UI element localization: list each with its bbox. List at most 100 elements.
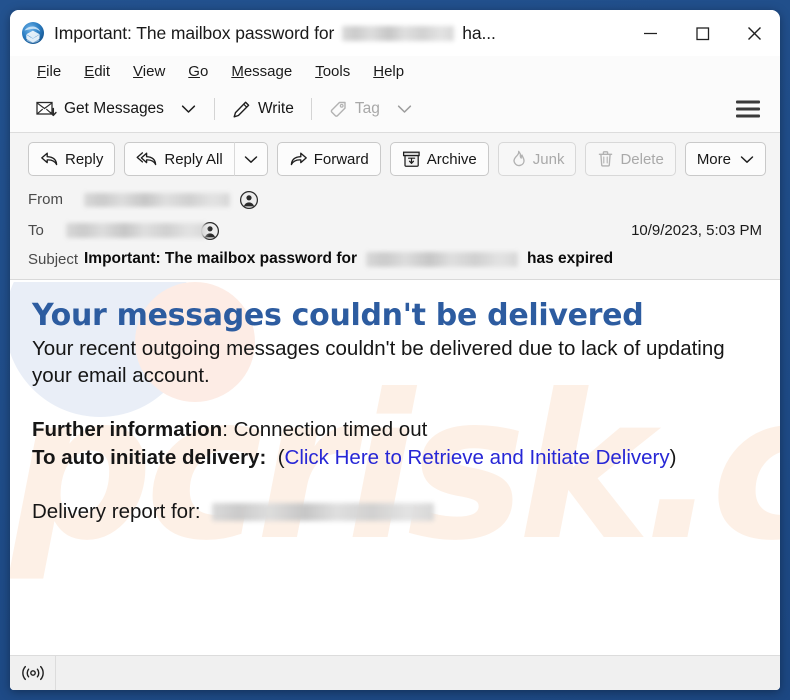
archive-button[interactable]: Archive [389,142,489,176]
from-label: From [28,191,63,208]
to-row: To 10/9/2023, 5:03 PM [10,215,780,246]
close-button[interactable] [728,10,780,56]
reply-button[interactable]: Reply [28,142,116,176]
maximize-button[interactable] [676,10,728,56]
tag-dropdown-button[interactable] [388,100,421,118]
message-body: pcrisk.com Your messages couldn't be del… [10,280,780,655]
menu-item-message[interactable]: Message [220,60,304,83]
delete-button[interactable]: Delete [585,142,676,176]
reply-all-button[interactable]: Reply All [124,142,234,176]
get-messages-label: Get Messages [64,100,164,117]
delivery-report-label: Delivery report for: [32,500,201,524]
junk-label: Junk [532,150,565,168]
menu-bar: File Edit View Go Message Tools Help [10,56,780,86]
link-close-paren: ) [669,446,677,470]
auto-initiate-label: To auto initiate delivery: [32,446,267,470]
toolbar-divider-2 [310,98,312,120]
get-messages-dropdown-button[interactable] [172,100,205,118]
chevron-down-icon [244,155,257,163]
chevron-down-icon [397,105,411,113]
broadcast-online-icon [21,665,44,681]
further-information-label: Further information [32,417,223,441]
menu-item-go[interactable]: Go [177,60,220,83]
flame-icon [513,150,525,167]
get-messages-button[interactable]: Get Messages [28,96,172,123]
thunderbird-icon [22,22,44,44]
minimize-button[interactable] [624,10,676,56]
menu-item-tools[interactable]: Tools [304,60,362,83]
auto-initiate-line: To auto initiate delivery: (Click Here t… [32,444,732,472]
archive-box-icon [402,151,420,167]
contact-avatar-icon[interactable] [239,190,259,210]
hamburger-icon-line-2 [736,107,760,111]
title-bar: Important: The mailbox password for ha..… [10,10,780,56]
message-content: Your messages couldn't be delivered Your… [32,298,760,524]
link-open-paren: ( [277,446,285,470]
delete-label: Delete [620,150,664,168]
retrieve-delivery-link[interactable]: Click Here to Retrieve and Initiate Deli… [285,446,670,469]
reply-all-arrow-icon [136,152,157,166]
envelope-download-icon [36,101,57,116]
menu-item-view[interactable]: View [122,60,177,83]
main-toolbar: Get Messages Write Tag [10,86,780,133]
more-button[interactable]: More [684,142,766,176]
maximize-icon [695,26,709,40]
toolbar-divider [213,98,215,120]
reply-all-dropdown-button[interactable] [233,142,268,176]
write-label: Write [257,100,294,117]
message-header: Reply Reply All Forward Archive Junk Del… [10,133,780,280]
forward-button[interactable]: Forward [276,142,381,176]
message-paragraph: Your recent outgoing messages couldn't b… [32,337,725,388]
pencil-icon [233,101,250,117]
delivery-report-redacted-email [211,503,434,522]
tag-button[interactable]: Tag [321,96,388,123]
message-date: 10/9/2023, 5:03 PM [631,222,762,239]
window-controls [624,10,780,56]
from-value-redacted [84,192,230,207]
menu-item-help[interactable]: Help [362,60,416,83]
forward-label: Forward [313,150,369,168]
thunderbird-window: Important: The mailbox password for ha..… [10,10,780,690]
more-label: More [696,150,731,168]
chevron-down-icon [181,105,196,113]
from-row: From [10,184,780,215]
subject-label: Subject [28,250,79,268]
window-title-suffix: ha... [462,22,496,43]
forward-arrow-icon [290,152,307,166]
subject-redacted-email [366,251,518,267]
minimize-icon [643,32,657,34]
connection-status-cell[interactable] [10,656,56,690]
archive-label: Archive [426,150,477,168]
tag-icon [330,101,346,117]
further-information-value: : Connection timed out [222,417,428,441]
chevron-down-icon [740,155,754,163]
write-button[interactable]: Write [224,96,302,123]
status-bar [10,655,780,690]
reply-all-group: Reply All [124,142,268,176]
subject-row: Subject Important: The mailbox password … [10,246,780,277]
hamburger-icon-line-3 [736,114,760,118]
subject-prefix: Important: The mailbox password for [84,250,357,267]
junk-button[interactable]: Junk [497,142,577,176]
menu-item-edit[interactable]: Edit [73,60,122,83]
trash-icon [599,151,613,167]
reply-all-label: Reply All [164,150,223,168]
delivery-report-line: Delivery report for: [32,500,760,524]
tag-label: Tag [354,100,380,117]
further-information-line: Further information: Connection timed ou… [32,416,732,444]
message-heading: Your messages couldn't be delivered [32,298,644,333]
app-menu-button[interactable] [736,100,760,118]
window-title-redacted-email [342,25,455,41]
window-title-prefix: Important: The mailbox password for [54,22,335,43]
close-icon [747,26,761,40]
hamburger-icon-line-1 [736,100,760,104]
to-value-redacted [66,223,206,238]
menu-item-file[interactable]: File [26,60,73,83]
window-title: Important: The mailbox password for ha..… [54,23,496,44]
subject-value: Important: The mailbox password for has … [84,250,613,268]
reply-arrow-icon [41,152,58,166]
desktop-background: Important: The mailbox password for ha..… [0,0,790,700]
subject-suffix: has expired [527,250,614,267]
